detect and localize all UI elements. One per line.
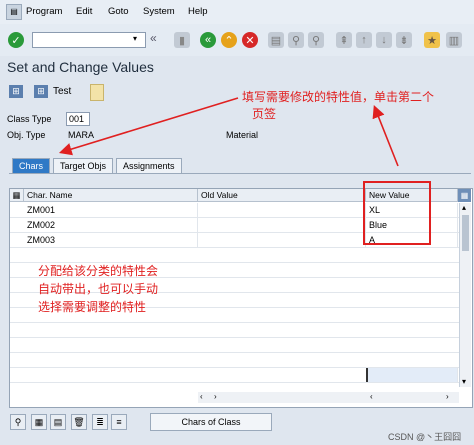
append-row-icon[interactable]: ≡: [111, 414, 127, 430]
char-name-cell: ZM003: [24, 233, 198, 247]
class-type-label: Class Type: [7, 114, 52, 124]
delete-icon[interactable]: 🗑: [71, 414, 87, 430]
scroll-left-icon-2[interactable]: ‹: [370, 392, 373, 401]
row-selector-header[interactable]: ▦: [10, 189, 24, 202]
scroll-right-icon[interactable]: ›: [214, 392, 217, 401]
create-session-icon[interactable]: ★: [424, 32, 440, 48]
scroll-left-icon[interactable]: ‹: [200, 392, 203, 401]
scroll-down-icon[interactable]: ▾: [462, 377, 466, 386]
enter-icon[interactable]: ✓: [8, 32, 24, 48]
tab-border: [9, 173, 471, 174]
select-all-icon[interactable]: ▦: [31, 414, 47, 430]
tab-chars[interactable]: Chars: [12, 158, 51, 174]
old-value-cell: [198, 203, 366, 217]
vertical-scrollbar[interactable]: ▴ ▾: [459, 203, 471, 387]
material-label: Material: [226, 130, 259, 140]
collapse-icon[interactable]: «: [150, 31, 157, 45]
class-type-field[interactable]: 001: [66, 112, 90, 126]
cancel-icon[interactable]: ✕: [242, 32, 258, 48]
annotation-left-1: 分配给该分类的特性会: [38, 264, 159, 278]
menu-help[interactable]: Help: [188, 6, 208, 17]
chars-of-class-button[interactable]: Chars of Class: [150, 413, 272, 431]
char-name-cell: ZM002: [24, 218, 198, 232]
scroll-up-icon[interactable]: ▴: [462, 203, 466, 212]
annotation-top: 填写需要修改的特性值，单击第二个: [242, 90, 435, 104]
menu-program[interactable]: Program: [26, 6, 62, 17]
menu-system[interactable]: System: [143, 6, 175, 17]
shortcut-icon[interactable]: ▥: [446, 32, 462, 48]
table-row[interactable]: [10, 248, 460, 263]
char-name-cell: ZM001: [24, 203, 198, 217]
chevron-down-icon[interactable]: ▾: [133, 34, 137, 43]
page-title: Set and Change Values: [7, 59, 154, 75]
insert-row-icon[interactable]: ≣: [92, 414, 108, 430]
deselect-icon[interactable]: ▤: [50, 414, 66, 430]
exit-icon[interactable]: ⌃: [221, 32, 237, 48]
col-header-char-name[interactable]: Char. Name: [24, 189, 198, 202]
command-field[interactable]: [32, 32, 146, 48]
new-value-cell-active[interactable]: [366, 368, 458, 382]
col-header-old-value[interactable]: Old Value: [198, 189, 366, 202]
back-icon[interactable]: «: [200, 32, 216, 48]
horizontal-scrollbar[interactable]: ‹ › ‹ ›: [198, 392, 459, 403]
annotation-box: [363, 181, 431, 245]
last-page-icon[interactable]: ⇟: [396, 32, 412, 48]
annotation-left-3: 选择需要调整的特性: [38, 300, 147, 314]
menu-bar: ▤ Program Edit Goto System Help: [0, 0, 474, 25]
tab-assignments[interactable]: Assignments: [116, 158, 182, 174]
document-icon[interactable]: [90, 84, 104, 101]
test-button[interactable]: Test: [53, 86, 71, 97]
table-row[interactable]: [10, 353, 460, 368]
annotation-top-line2: 页签: [252, 107, 277, 121]
test-icon[interactable]: ⊞: [34, 85, 48, 98]
scroll-right-icon-2[interactable]: ›: [446, 392, 449, 401]
watermark: CSDN @丶王囧囧: [388, 432, 462, 442]
find-icon[interactable]: ⚲: [288, 32, 304, 48]
previous-page-icon[interactable]: ↑: [356, 32, 372, 48]
tab-target-objs[interactable]: Target Objs: [53, 158, 114, 174]
old-value-cell: [198, 233, 366, 247]
scroll-thumb[interactable]: [462, 215, 469, 251]
obj-type-value: MARA: [68, 130, 95, 140]
old-value-cell: [198, 218, 366, 232]
print-icon[interactable]: ▤: [268, 32, 284, 48]
menu-goto[interactable]: Goto: [108, 6, 129, 17]
obj-type-label: Obj. Type: [7, 130, 46, 140]
hierarchy-icon[interactable]: ⊞: [9, 85, 23, 98]
standard-toolbar: ✓ ▾ « ▮ « ⌃ ✕ ▤ ⚲ ⚲ ⇞ ↑ ↓ ⇟ ★ ▥: [0, 24, 474, 57]
table-row[interactable]: [10, 338, 460, 353]
title-bar: Set and Change Values: [0, 56, 474, 82]
annotation-left-2: 自动带出，也可以手动: [38, 282, 159, 296]
table-row[interactable]: [10, 368, 460, 383]
tab-strip: Chars Target Objs Assignments: [0, 158, 474, 174]
menu-edit[interactable]: Edit: [76, 6, 92, 17]
table-settings-icon[interactable]: ▦: [458, 189, 471, 202]
find-next-icon[interactable]: ⚲: [308, 32, 324, 48]
table-row[interactable]: [10, 323, 460, 338]
next-page-icon[interactable]: ↓: [376, 32, 392, 48]
sap-logo-icon: ▤: [6, 4, 22, 20]
first-page-icon[interactable]: ⇞: [336, 32, 352, 48]
details-icon[interactable]: ⚲: [10, 414, 26, 430]
save-icon[interactable]: ▮: [174, 32, 190, 48]
bottom-toolbar: ⚲ ▦ ▤ 🗑 ≣ ≡ Chars of Class CSDN @丶王囧囧: [0, 408, 474, 445]
